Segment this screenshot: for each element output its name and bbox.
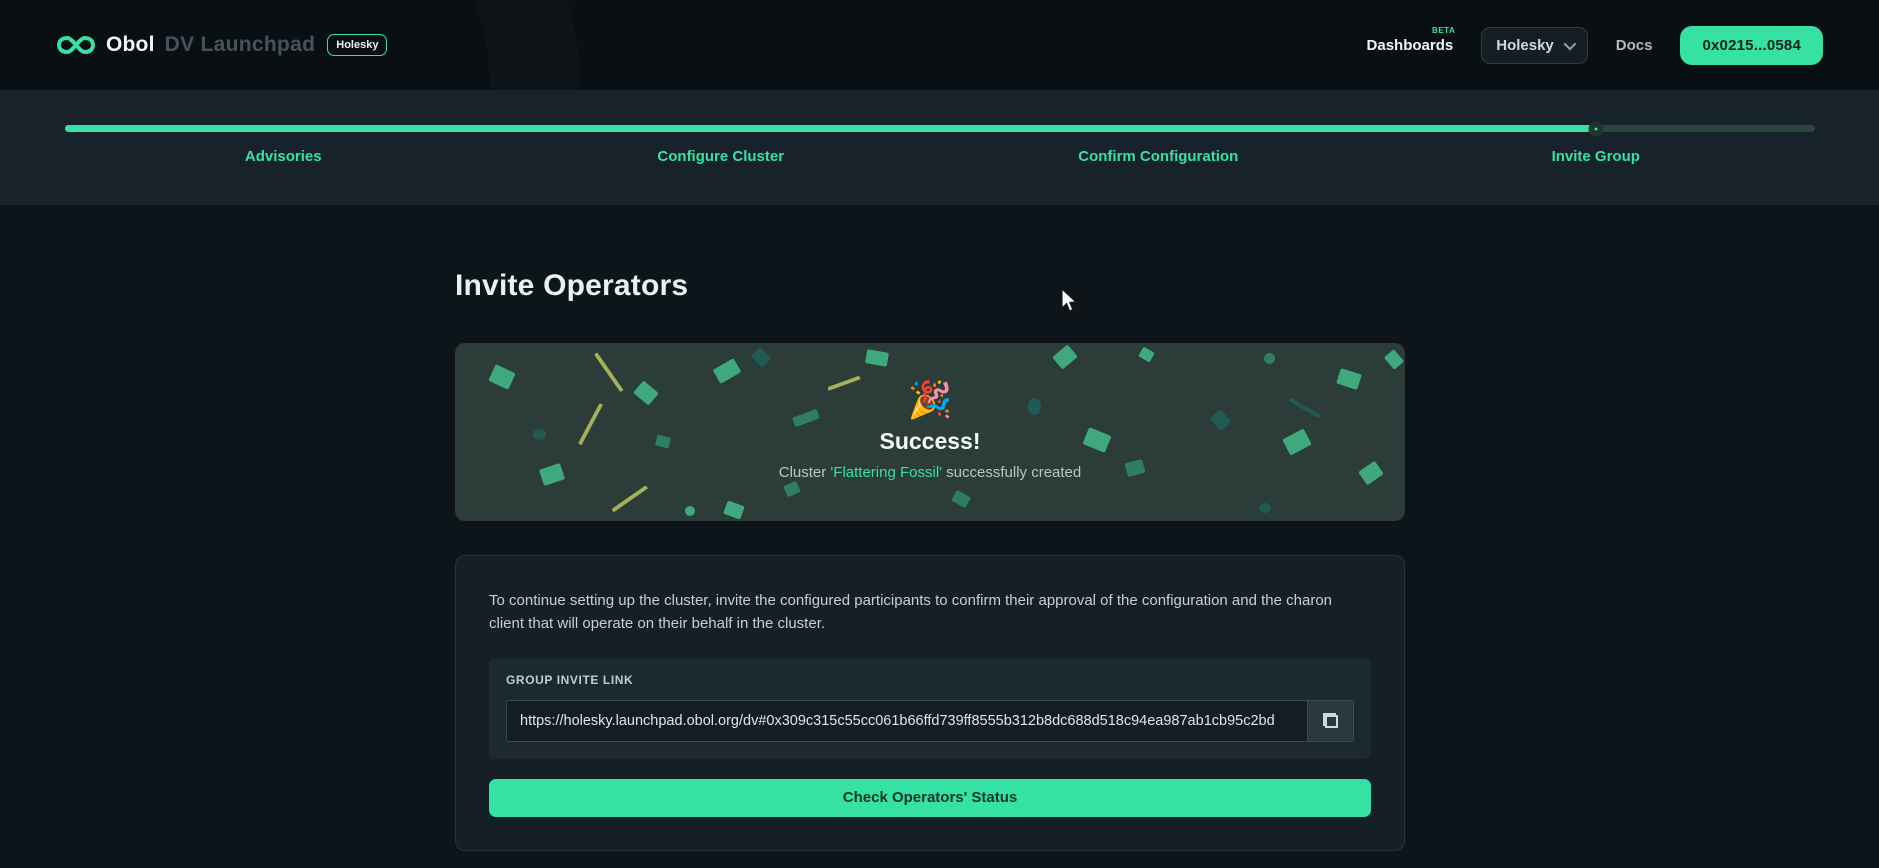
nav-docs-link[interactable]: Docs xyxy=(1616,37,1653,54)
main-content: Invite Operators 🎉 Success! Cluster 'Fla… xyxy=(0,205,1879,851)
invite-description: To continue setting up the cluster, invi… xyxy=(489,589,1359,636)
network-badge: Holesky xyxy=(327,34,387,56)
top-navbar: Obol DV Launchpad Holesky Dashboards BET… xyxy=(0,0,1879,90)
page-title: Invite Operators xyxy=(455,269,1879,303)
party-popper-icon: 🎉 xyxy=(908,383,953,419)
progress-fill xyxy=(65,125,1596,132)
group-invite-link-panel: GROUP INVITE LINK xyxy=(489,658,1371,759)
obol-logo-icon xyxy=(56,30,96,60)
success-message: Cluster 'Flattering Fossil' successfully… xyxy=(779,464,1082,481)
invite-card: To continue setting up the cluster, invi… xyxy=(455,555,1405,851)
group-invite-link-label: GROUP INVITE LINK xyxy=(506,673,1354,687)
step-configure-cluster[interactable]: Configure Cluster xyxy=(502,148,940,165)
cluster-name: 'Flattering Fossil' xyxy=(830,464,942,481)
network-select-value: Holesky xyxy=(1496,37,1554,54)
progress-stepper: Advisories Configure Cluster Confirm Con… xyxy=(0,90,1879,205)
nav-actions: Dashboards BETA Holesky Docs 0x0215...05… xyxy=(1367,26,1823,65)
brand-name: Obol xyxy=(106,33,155,57)
chevron-down-icon xyxy=(1563,37,1576,50)
invite-link-input[interactable] xyxy=(507,701,1307,741)
copy-icon xyxy=(1323,713,1338,728)
step-confirm-configuration[interactable]: Confirm Configuration xyxy=(940,148,1378,165)
progress-track xyxy=(65,125,1815,132)
wallet-address-button[interactable]: 0x0215...0584 xyxy=(1680,26,1823,65)
copy-link-button[interactable] xyxy=(1307,701,1353,741)
brand: Obol DV Launchpad Holesky xyxy=(56,30,387,60)
success-card: 🎉 Success! Cluster 'Flattering Fossil' s… xyxy=(455,343,1405,521)
network-select[interactable]: Holesky xyxy=(1481,27,1588,64)
success-title: Success! xyxy=(879,428,980,455)
progress-thumb[interactable] xyxy=(1588,121,1603,136)
beta-tag: BETA xyxy=(1432,26,1455,35)
step-labels: Advisories Configure Cluster Confirm Con… xyxy=(65,148,1815,165)
nav-dashboards-link[interactable]: Dashboards BETA xyxy=(1367,37,1454,54)
step-invite-group[interactable]: Invite Group xyxy=(1377,148,1815,165)
check-operators-status-button[interactable]: Check Operators' Status xyxy=(489,779,1371,817)
brand-product: DV Launchpad xyxy=(165,33,316,57)
step-advisories[interactable]: Advisories xyxy=(65,148,503,165)
